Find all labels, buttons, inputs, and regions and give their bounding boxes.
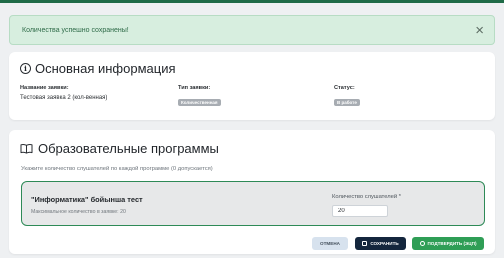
- save-button-label: СОХРАНИТЬ: [370, 241, 399, 246]
- status-field: Статус: В работе: [334, 85, 360, 109]
- success-alert: Количества успешно сохранены! ×: [9, 15, 495, 45]
- check-circle-icon: [419, 241, 425, 246]
- programs-header: Образовательные программы: [20, 141, 219, 156]
- info-icon: i: [20, 63, 31, 74]
- program-max-quantity: Максимальное количество в заявке: 20: [31, 209, 126, 215]
- alert-message: Количества успешно сохранены!: [22, 26, 129, 34]
- cancel-button[interactable]: ОТМЕНА: [312, 237, 348, 250]
- save-button[interactable]: СОХРАНИТЬ: [355, 237, 406, 250]
- request-name-value: Тестовая заявка 2 (кол-венная): [20, 95, 108, 101]
- basic-info-title: Основная информация: [35, 61, 176, 76]
- quantity-input[interactable]: [332, 205, 388, 217]
- program-item: "Информатика" бойынша тест Максимальное …: [21, 181, 485, 226]
- status-label: Статус:: [334, 85, 355, 91]
- request-type-badge: Количественная: [178, 99, 221, 106]
- close-icon[interactable]: ×: [475, 23, 484, 38]
- programs-hint: Укажите количество слушателей по каждой …: [21, 166, 213, 172]
- save-icon: [362, 241, 368, 246]
- request-type-label: Тип заявки:: [178, 85, 211, 91]
- status-badge: В работе: [334, 99, 360, 106]
- programs-title: Образовательные программы: [38, 141, 219, 156]
- request-name-label: Название заявки:: [20, 85, 69, 91]
- request-type-field: Тип заявки: Количественная: [178, 85, 221, 109]
- program-name: "Информатика" бойынша тест: [31, 195, 143, 204]
- request-name-field: Название заявки: Тестовая заявка 2 (кол-…: [20, 85, 107, 101]
- top-accent-line: [0, 0, 504, 3]
- basic-info-header: i Основная информация: [20, 61, 176, 76]
- submit-button-label: ПОДТВЕРДИТЬ (ЭЦП): [427, 241, 477, 246]
- book-icon: [20, 143, 33, 154]
- submit-signature-button[interactable]: ПОДТВЕРДИТЬ (ЭЦП): [412, 237, 484, 250]
- cancel-button-label: ОТМЕНА: [320, 241, 340, 246]
- quantity-label: Количество слушателей *: [332, 194, 401, 200]
